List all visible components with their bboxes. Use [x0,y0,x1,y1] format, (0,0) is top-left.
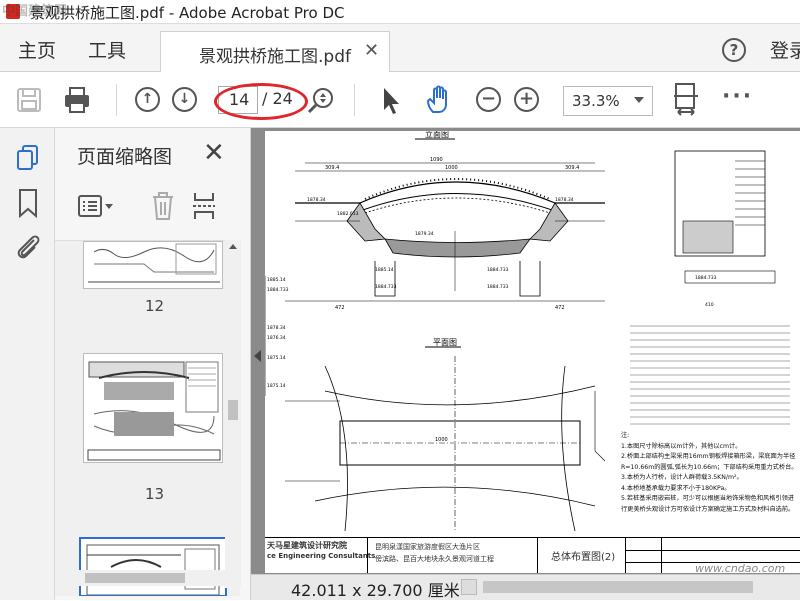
hand-icon[interactable] [424,84,456,116]
toolbar-divider [354,84,355,116]
thumbnail-page-14-selected[interactable] [79,537,227,596]
dim-309-right: 309.4 [565,165,579,171]
menu-home[interactable]: 主页 [18,36,56,63]
fit-page-icon[interactable] [672,82,700,118]
thumbnail-page-12[interactable] [83,241,223,289]
horizontal-scrollbar-thumb[interactable] [483,581,753,593]
more-icon[interactable]: ··· [722,84,753,109]
dim-472: 472 [335,305,345,311]
scroll-left-button[interactable] [461,579,477,595]
plan-title: 平面图 [433,338,457,347]
project-line-1: 昆明泉漾国家旅游度假区大渔片区 [375,543,480,551]
dim-1090: 1090 [430,157,443,163]
zoom-select[interactable]: 33.3% [563,86,653,116]
select-pointer-icon[interactable] [380,86,402,116]
thumbnail-page-number: 13 [145,485,165,503]
delete-icon[interactable] [149,190,177,222]
thumbnail-list: 12 13 [55,240,240,596]
window-title: 景观拱桥施工图.pdf - Adobe Acrobat Pro DC [30,4,345,22]
source-watermark: www.cndao.com [695,562,786,573]
elevation-label: 1884.733 [487,284,509,290]
pages-icon[interactable] [15,144,41,172]
zoom-search-icon[interactable] [306,86,336,116]
elevation-label: 1885.14 [375,267,394,273]
elevation-label: 1884.733 [487,267,509,273]
collapse-panel-icon[interactable] [254,350,261,362]
page-up-icon[interactable]: ↑ [135,87,160,112]
print-icon[interactable] [62,85,92,115]
dim-472-right: 472 [555,305,565,311]
scroll-up-arrow[interactable] [229,244,237,249]
zoom-value: 33.3% [572,92,620,110]
level-label: 1884.733 [267,287,289,293]
pdf-page: 立面图 1090 1000 309.4 309.4 1878.34 1878.3… [265,131,800,573]
level-label: 1875.14 [267,355,286,361]
plan-dim: 1000 [435,437,448,443]
company-name-en: ce Engineering Consultants [267,552,376,560]
close-icon[interactable]: ✕ [364,40,379,61]
save-icon[interactable] [16,87,42,113]
scrollbar-thumb[interactable] [228,400,238,420]
thumbnail-panel: 页面缩略图 ✕ 12 13 [55,128,251,600]
left-nav-rail [0,128,55,600]
zoom-out-icon[interactable]: − [476,87,501,112]
main-toolbar: ↑ ↓ 14 / 24 − + ··· [0,72,800,128]
notes-header: 注: [621,432,630,439]
elevation-label: 1878.34 [555,197,574,203]
level-label: 1878.34 [267,325,286,331]
status-bar: 42.011 x 29.700 厘米 [251,574,800,600]
attachment-icon[interactable] [14,232,42,262]
thumbnail-page-number: 12 [145,297,165,315]
thumbnail-page-13[interactable] [83,353,223,463]
level-label: 1875.14 [267,383,286,389]
zoom-in-icon[interactable]: + [514,87,539,112]
elevation-label: 1882.613 [337,211,359,217]
page-down-icon[interactable]: ↓ [172,87,197,112]
note-item: 5.若桩基采用嵌岩桩，可少可以根据当地饰采物色和风格引领进行更美桥头观设计方可依… [621,495,795,513]
scrollbar-thumb[interactable] [85,573,185,583]
elevation-label: 1878.34 [307,197,326,203]
insert-page-icon[interactable] [191,190,217,222]
panel-title: 页面缩略图 [77,146,173,168]
bookmark-icon[interactable] [17,188,39,218]
elevation-title: 立面图 [425,131,449,139]
elevation-label: 1879.34 [415,231,434,237]
project-line-2: 傍滨路、昆百大地块永久景观河道工程 [375,555,494,563]
note-item: 1.本图尺寸除标高以m计外，其他以cm计。 [621,442,742,450]
title-block: 天马星建筑设计研究院 ce Engineering Consultants 昆明… [265,537,800,573]
document-tab-label: 景观拱桥施工图.pdf [199,47,351,67]
toolbar-divider [116,84,117,116]
level-label: 1885.14 [267,277,286,283]
elevation-label: 1884.733 [375,284,397,290]
title-bar: 景观拱桥施工图.pdf - Adobe Acrobat Pro DC 中国建筑网 [0,0,800,24]
company-name: 天马星建筑设计研究院 [267,541,347,550]
document-tab[interactable]: 景观拱桥施工图.pdf ✕ [160,31,390,72]
note-item: 3.本桥为人行桥，设计人群荷载3.5KN/m²。 [621,474,743,481]
login-link[interactable]: 登录 [770,36,800,63]
thumbnail-horizontal-scrollbar[interactable] [67,570,227,586]
dim-309: 309.4 [325,165,339,171]
detail-elevation: 1884.733 [695,275,717,281]
menu-tab-bar: 主页 工具 景观拱桥施工图.pdf ✕ ? 登录 [0,24,800,72]
menu-tools[interactable]: 工具 [88,36,126,63]
options-icon[interactable] [77,192,117,222]
help-icon[interactable]: ? [722,38,746,62]
dim-1000: 1000 [445,165,458,171]
thumbnail-scrollbar[interactable] [225,240,241,588]
note-item: 2.桥面上部结构主梁采用16mm钢板焊接箱形梁，梁底面为半径R=10.66m的圆… [621,453,798,471]
site-watermark: 中国建筑网 [2,4,68,19]
note-item: 4.本桥地基承载力要求不小于180KPa。 [621,484,731,492]
page-number-highlight [214,83,308,120]
drawing-name: 总体布置图(2) [551,552,616,563]
page-dimensions: 42.011 x 29.700 厘米 [291,581,460,600]
close-panel-icon[interactable]: ✕ [203,138,225,168]
drawing-notes: 注: 1.本图尺寸除标高以m计外，其他以cm计。 2.桥面上部结构主梁采用16m… [621,431,799,515]
chevron-down-icon [634,97,644,103]
level-label: 1876.34 [267,335,286,341]
detail-dim: 410 [705,302,714,308]
